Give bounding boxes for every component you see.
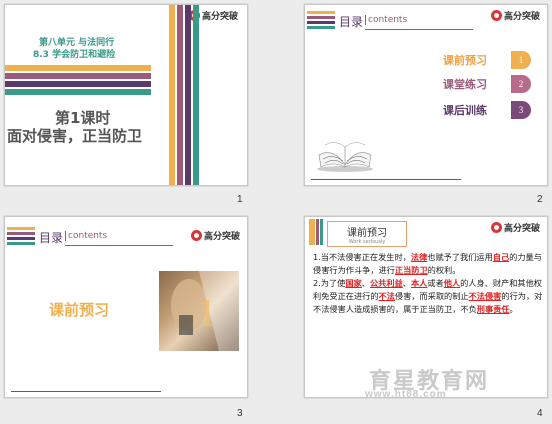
toc-item-label: 课前预习 [443,54,487,67]
orange-hstripe [307,11,335,14]
answer-text: 本人 [410,278,428,288]
watermark-url: www.ht88.com [365,389,447,398]
brand-logo-text: 高分突破 [504,12,541,22]
brand-logo-text: 高分突破 [504,224,541,234]
text: 、 [361,278,370,288]
answer-text: 正当防卫 [394,265,428,275]
slide-number: 1 [237,194,243,205]
text: 1.当不法侵害正在发生时， [313,252,411,262]
slide-3-thumbnail[interactable]: 目录 contents 高分突破 课前预习 1 [4,216,248,398]
answer-text: 不法 [378,291,395,301]
toc-item-label: 课后训练 [443,104,487,117]
toc-item-3[interactable]: 课后训练 3 [443,101,531,119]
answer-text: 他人 [443,278,461,288]
header-line [65,245,173,246]
teal-hstripe [7,242,35,245]
toc-item-number: 3 [511,101,531,119]
text: 侵害，而采取的制止 [394,291,469,301]
toc-en-label: contents [365,15,407,25]
orange-hstripe [5,65,151,71]
heading-text: 课前预习 [347,228,387,239]
footer-line [311,179,461,180]
answer-text: 公共利益 [369,278,403,288]
mauve-hstripe [5,73,151,79]
open-book-icon [317,142,373,172]
slide-number: 4 [537,408,543,419]
teal-stripe [320,219,323,245]
text: 2.为了使 [313,278,346,288]
teal-hstripe [5,89,151,95]
toc-label: 目录 [39,231,64,245]
answer-text: 不法侵害 [468,291,502,301]
teal-hstripe [307,26,335,29]
toc-item-number: 1 [511,51,531,69]
brand-logo: 高分突破 [491,221,540,234]
section-number: 1 [197,290,217,335]
brand-logo: 高分突破 [191,229,240,242]
slide-1-thumbnail[interactable]: 高分突破 第八单元 与法同行 8.3 学会防卫和避险 第1课时 面对侵害，正当防… [4,4,248,186]
brand-logo-icon [491,10,502,21]
text: 也赋予了我们运用 [427,252,493,262]
toc-item-number: 2 [511,75,531,93]
toc-item-label: 课堂练习 [443,78,487,91]
purple-stripe [185,5,191,185]
answer-text: 国家 [345,278,362,288]
brand-logo-icon [191,230,202,241]
header-line [365,29,473,30]
section-photo: 1 [159,271,239,351]
text: 。 [509,304,518,314]
answer-text: 刑事责任 [476,304,510,314]
section-title: 8.3 学会防卫和避险 [33,50,116,60]
answer-text: 法律 [410,252,428,262]
slide-4-thumbnail[interactable]: 课前预习 Work seriously 高分突破 1.当不法侵害正在发生时，法律… [304,216,548,398]
lesson-title: 面对侵害，正当防卫 [7,127,143,145]
purple-hstripe [5,81,151,87]
toc-label: 目录 [339,15,364,29]
mauve-hstripe [307,16,335,19]
mauve-stripe [316,219,319,245]
mauve-hstripe [7,232,35,235]
slide-number: 2 [537,194,543,205]
section-title: 课前预习 [49,301,110,319]
text: 的权利。 [427,265,461,275]
slide-2-thumbnail[interactable]: 目录 contents 高分突破 课前预习 1 课堂练习 2 课后训练 3 [304,4,548,186]
orange-hstripe [7,227,35,230]
body-text: 1.当不法侵害正在发生时，法律也赋予了我们运用自己的力量与侵害行为作斗争，进行正… [313,251,545,316]
purple-hstripe [307,21,335,24]
toc-item-1[interactable]: 课前预习 1 [443,51,531,69]
text: 或者 [427,278,444,288]
brand-logo: 高分突破 [491,9,540,22]
mauve-stripe [177,5,183,185]
purple-hstripe [7,237,35,240]
heading-subtitle: Work seriously [348,239,386,245]
heading-box: 课前预习 Work seriously [327,221,407,247]
slide-number: 3 [237,408,243,419]
brand-logo-icon [491,222,502,233]
toc-item-2[interactable]: 课堂练习 2 [443,75,531,93]
teal-stripe [193,5,199,185]
text: 、 [402,278,411,288]
footer-line [11,391,161,392]
answer-text: 自己 [492,252,510,262]
orange-stripe [309,219,315,245]
brand-logo-text: 高分突破 [204,232,241,242]
orange-stripe [169,5,175,185]
toc-en-label: contents [65,231,107,241]
brand-logo-text: 高分突破 [202,12,239,22]
